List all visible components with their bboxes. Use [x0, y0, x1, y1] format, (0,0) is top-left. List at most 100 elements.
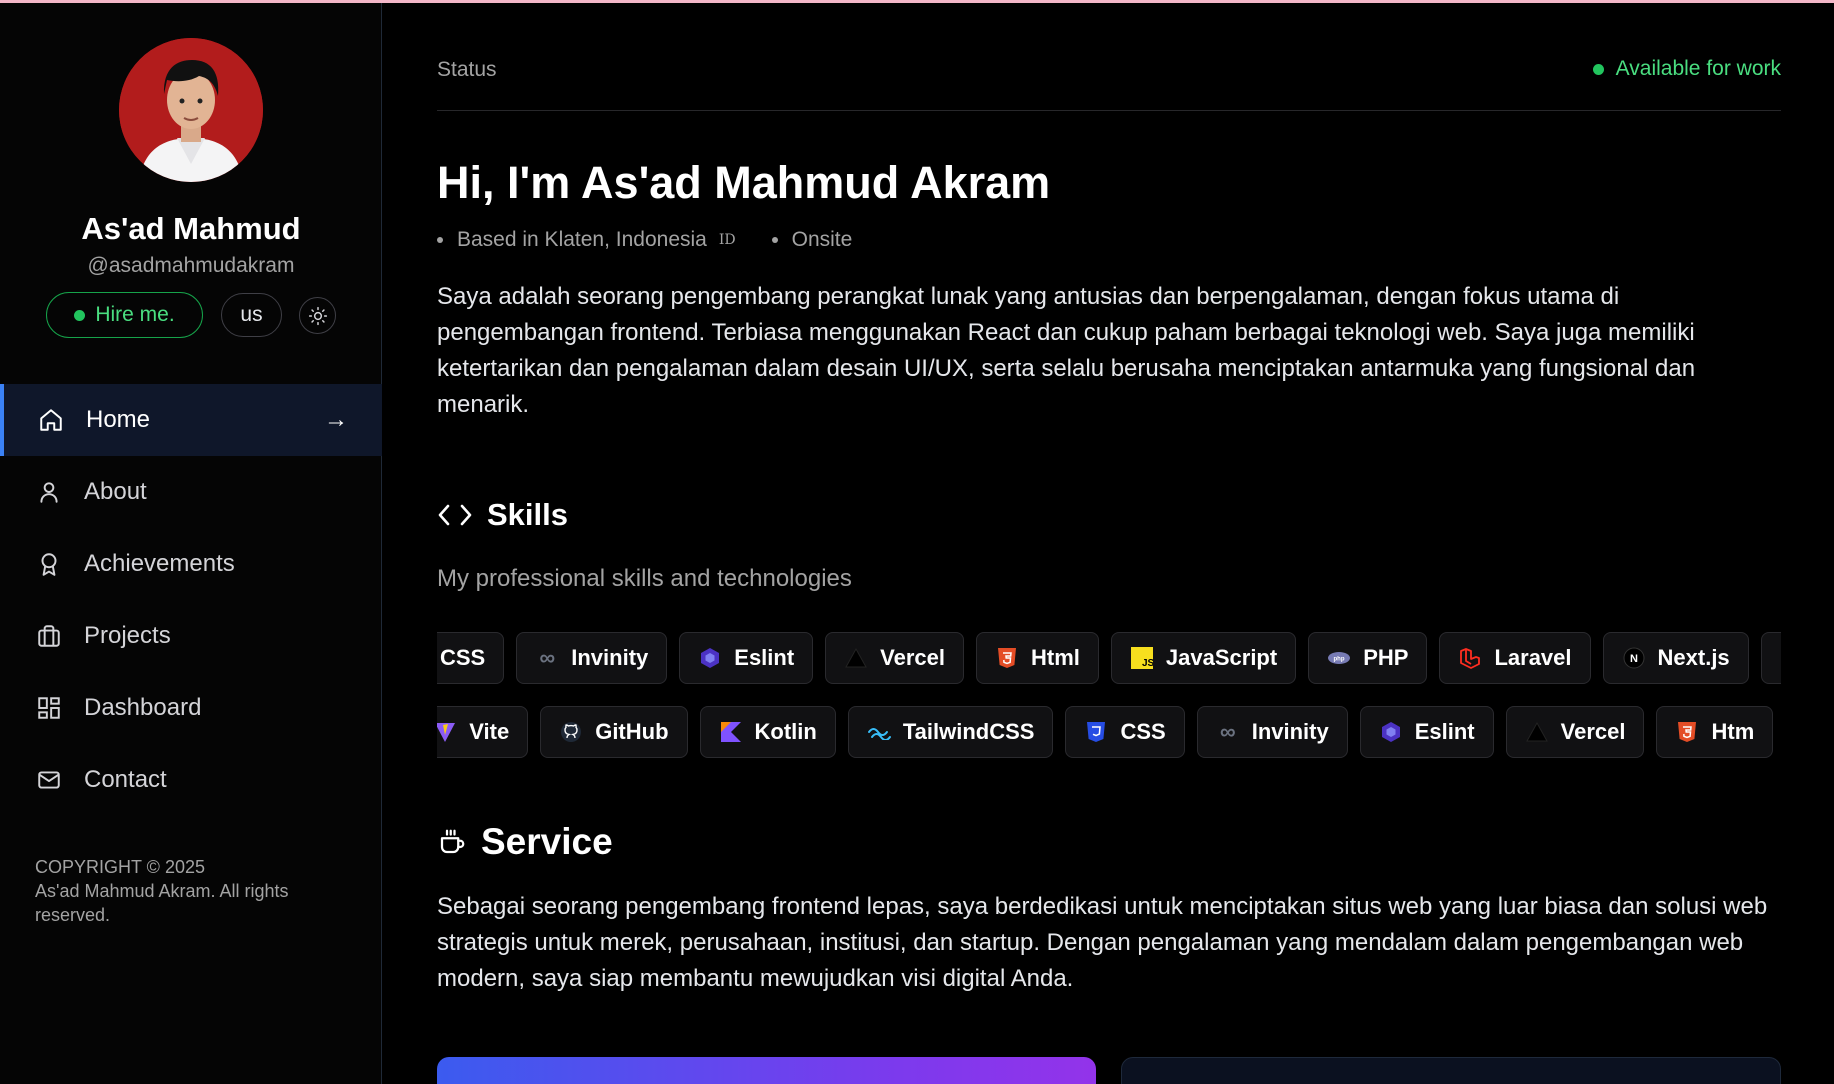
github-icon [559, 720, 583, 744]
skill-chip: Kotlin [699, 706, 836, 758]
skill-label: CSS [1120, 719, 1166, 744]
skill-chip: JS JavaScript [1110, 632, 1297, 684]
html5-icon [1675, 720, 1699, 744]
skill-label: PHP [1363, 645, 1409, 670]
skill-chip: Vercel [1505, 706, 1645, 758]
skill-label: GitHub [595, 719, 669, 744]
award-icon [41, 553, 57, 576]
bullet-icon [771, 237, 778, 243]
skill-label: TailwindCSS [902, 719, 1035, 744]
user-icon [40, 482, 58, 503]
avatar [119, 38, 263, 182]
skill-chip [1760, 632, 1781, 684]
skill-chip: ∞ Invinity [516, 632, 668, 684]
copyright-line: COPYRIGHT © 2025 [35, 857, 205, 877]
sidebar-item-projects[interactable]: Projects [0, 600, 382, 672]
page-title: Hi, I'm As'ad Mahmud Akram [437, 157, 1051, 208]
vercel-icon [1525, 720, 1549, 744]
home-icon [40, 409, 62, 431]
theme-toggle-button[interactable] [299, 297, 336, 334]
skill-label: JavaScript [1165, 645, 1278, 670]
infinity-icon: ∞ [539, 645, 556, 670]
skill-label: Kotlin [754, 719, 817, 744]
skills-marquee-row-2: s Vite GitHub Kotlin TailwindCSS CSS [437, 706, 1781, 758]
skill-label: Eslint [1414, 719, 1475, 744]
skill-chip: Htm [1656, 706, 1774, 758]
skills-track: CSS ∞ Invinity Eslint Vercel Html JS Jav… [437, 632, 1781, 684]
kotlin-icon [719, 720, 743, 744]
status-dot-icon [74, 309, 86, 321]
work-mode-text: Onsite [791, 228, 853, 251]
skill-chip: CSS [437, 632, 505, 684]
briefcase-icon [38, 625, 60, 647]
coffee-cup-icon [440, 829, 465, 854]
skills-heading-text: Skills [487, 497, 568, 532]
skill-label: Laravel [1494, 645, 1572, 670]
dashboard-icon [38, 697, 60, 719]
status-bar: Status Available for work [437, 56, 1781, 111]
skill-label: Vite [469, 719, 510, 744]
sidebar-item-home[interactable]: Home → [0, 384, 382, 456]
skills-subtitle: My professional skills and technologies [437, 565, 852, 592]
skills-heading: Skills [437, 497, 568, 533]
service-heading-text: Service [481, 821, 613, 862]
skill-label: Vercel [1560, 719, 1626, 744]
sidebar-item-about[interactable]: About [0, 456, 382, 528]
flag-icon: ID [718, 232, 736, 248]
sidebar: As'ad Mahmud @asadmahmudakram Hire me. u… [0, 3, 382, 1084]
skill-chip: GitHub [540, 706, 688, 758]
profile-name: As'ad Mahmud [81, 211, 301, 246]
feature-card-dark[interactable] [1121, 1057, 1781, 1084]
skill-label: Htm [1711, 719, 1755, 744]
skill-label: Invinity [1251, 719, 1329, 744]
hire-me-label: Hire me. [95, 303, 175, 326]
skill-label: Vercel [880, 645, 946, 670]
sidebar-item-achievements[interactable]: Achievements [0, 528, 382, 600]
eslint-icon [698, 646, 722, 670]
sidebar-item-label: Contact [84, 766, 167, 793]
sidebar-item-label: Dashboard [84, 694, 202, 721]
skill-chip: Laravel [1439, 632, 1591, 684]
vercel-icon [844, 646, 868, 670]
sidebar-item-dashboard[interactable]: Dashboard [0, 672, 382, 744]
skill-label: Invinity [571, 645, 649, 670]
bullet-icon [437, 237, 443, 243]
skill-chip: CSS [1065, 706, 1185, 758]
code-icon [438, 504, 472, 526]
skill-chip: php PHP [1308, 632, 1428, 684]
arrow-right-icon: → [324, 406, 348, 433]
infinity-icon: ∞ [1219, 719, 1236, 744]
sidebar-item-contact[interactable]: Contact [0, 744, 382, 816]
skill-chip: Vercel [825, 632, 965, 684]
feature-card-gradient[interactable] [437, 1057, 1096, 1084]
skill-chip: TailwindCSS [847, 706, 1054, 758]
skill-chip: N Next.js [1602, 632, 1749, 684]
hire-me-button[interactable]: Hire me. [46, 292, 203, 338]
skill-label: Next.js [1657, 645, 1730, 670]
skills-track: s Vite GitHub Kotlin TailwindCSS CSS [437, 706, 1774, 758]
tailwind-icon [867, 720, 891, 744]
javascript-icon: JS [1130, 646, 1154, 670]
profile-handle: @asadmahmudakram [87, 254, 295, 277]
html5-icon [995, 646, 1019, 670]
vite-icon [1780, 646, 1781, 670]
mail-icon [38, 771, 60, 789]
eslint-icon [1379, 720, 1403, 744]
skill-chip: Html [976, 632, 1099, 684]
skill-label: Eslint [734, 645, 795, 670]
svg-text:N: N [1630, 653, 1638, 665]
svg-text:JS: JS [1142, 658, 1153, 669]
nextjs-icon: N [1622, 646, 1646, 670]
availability-indicator: Available for work [1592, 57, 1781, 81]
skill-chip: Vite [437, 706, 529, 758]
service-heading: Service [437, 821, 613, 863]
language-switch-button[interactable]: us [221, 293, 282, 337]
sidebar-item-label: Home [86, 406, 151, 433]
status-dot-icon [1592, 63, 1604, 75]
php-icon: php [1327, 646, 1351, 670]
availability-text: Available for work [1615, 57, 1781, 80]
sidebar-item-label: Projects [84, 622, 171, 649]
skill-chip: ∞ Invinity [1196, 706, 1348, 758]
svg-text:php: php [1334, 657, 1345, 663]
css3-icon [1084, 720, 1108, 744]
